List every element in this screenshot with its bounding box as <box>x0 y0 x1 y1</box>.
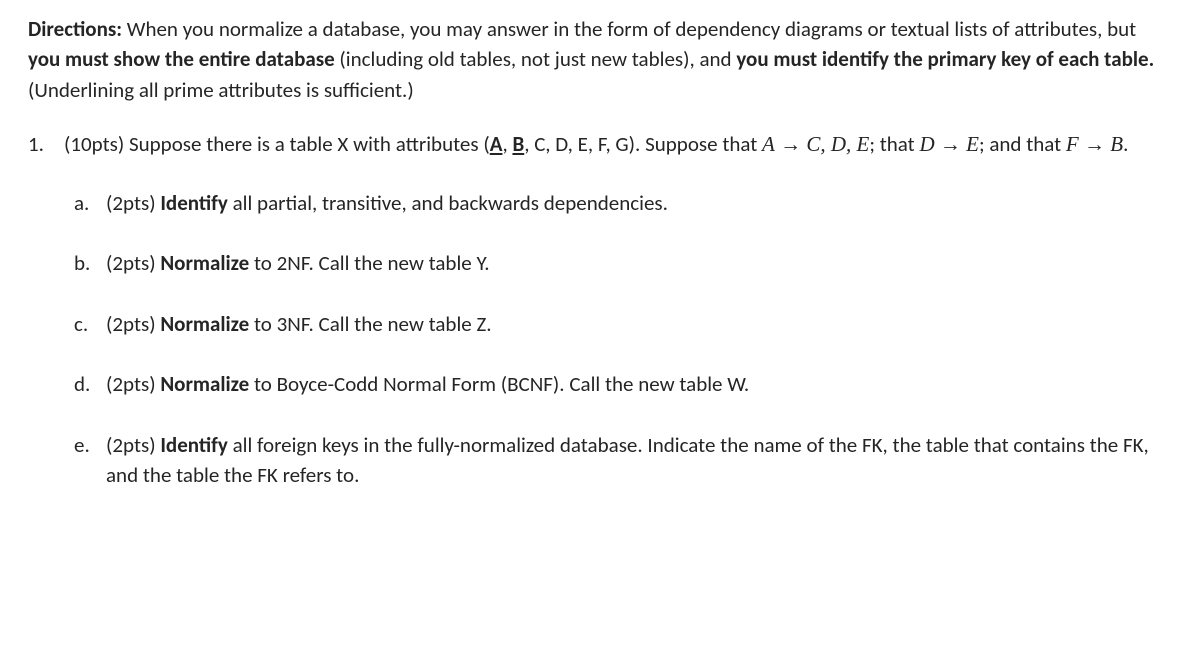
pk-sep: , <box>502 131 512 157</box>
action-word: Normalize <box>160 371 249 397</box>
pk-attribute-a: A <box>490 131 503 157</box>
sub-item-d: d. (2pts) Normalize to Boyce-Codd Normal… <box>74 369 1160 399</box>
action-word: Identify <box>160 190 228 216</box>
question-1: 1. (10pts) Suppose there is a table X wi… <box>28 129 1160 520</box>
points-label: (2pts) <box>106 190 160 216</box>
question-stem: (10pts) Suppose there is a table X with … <box>64 129 1160 159</box>
sub-body: (2pts) Normalize to Boyce-Codd Normal Fo… <box>106 369 1160 399</box>
sub-rest: to Boyce-Codd Normal Form (BCNF). Call t… <box>249 371 749 397</box>
points-label: (2pts) <box>106 311 160 337</box>
action-word: Normalize <box>160 250 249 276</box>
fd3-rhs: B <box>1110 132 1123 156</box>
action-word: Identify <box>160 432 228 458</box>
points-label: (2pts) <box>106 250 160 276</box>
sub-body: (2pts) Identify all foreign keys in the … <box>106 430 1160 491</box>
directions-paragraph: Directions: When you normalize a databas… <box>28 14 1160 105</box>
question-body: (10pts) Suppose there is a table X with … <box>64 129 1160 520</box>
directions-text-2: (including old tables, not just new tabl… <box>335 46 737 72</box>
sub-item-c: c. (2pts) Normalize to 3NF. Call the new… <box>74 309 1160 339</box>
question-period: . <box>1123 131 1128 157</box>
arrow-icon: → <box>935 132 967 156</box>
document-page: Directions: When you normalize a databas… <box>0 0 1188 564</box>
fd2-rhs: E <box>966 132 979 156</box>
sub-letter: e. <box>74 430 106 491</box>
after-fd1: ; that <box>869 131 919 157</box>
sub-letter: d. <box>74 369 106 399</box>
fd3-lhs: F <box>1066 132 1079 156</box>
sub-item-b: b. (2pts) Normalize to 2NF. Call the new… <box>74 248 1160 278</box>
sub-rest: to 2NF. Call the new table Y. <box>249 250 489 276</box>
fd2-lhs: D <box>919 132 934 156</box>
directions-label: Directions: <box>28 16 122 42</box>
sub-rest: to 3NF. Call the new table Z. <box>249 311 491 337</box>
sub-body: (2pts) Identify all partial, transitive,… <box>106 188 1160 218</box>
directions-text-1: When you normalize a database, you may a… <box>122 16 1136 42</box>
directions-bold-1: you must show the entire database <box>28 46 335 72</box>
sub-rest: all partial, transitive, and backwards d… <box>228 190 668 216</box>
sub-letter: b. <box>74 248 106 278</box>
sub-letter: a. <box>74 188 106 218</box>
arrow-icon: → <box>775 132 807 156</box>
after-fd2: ; and that <box>979 131 1066 157</box>
sub-question-list: a. (2pts) Identify all partial, transiti… <box>64 188 1160 491</box>
pk-attribute-b: B <box>512 131 524 157</box>
sub-item-a: a. (2pts) Identify all partial, transiti… <box>74 188 1160 218</box>
question-lead: (10pts) Suppose there is a table X with … <box>64 131 490 157</box>
sub-item-e: e. (2pts) Identify all foreign keys in t… <box>74 430 1160 491</box>
points-label: (2pts) <box>106 371 160 397</box>
action-word: Normalize <box>160 311 249 337</box>
question-number: 1. <box>28 129 64 520</box>
fd1-lhs: A <box>762 132 775 156</box>
sub-letter: c. <box>74 309 106 339</box>
after-pk: , C, D, E, F, G). Suppose that <box>524 131 762 157</box>
points-label: (2pts) <box>106 432 160 458</box>
directions-text-3: (Underlining all prime attributes is suf… <box>28 77 414 103</box>
sub-body: (2pts) Normalize to 2NF. Call the new ta… <box>106 248 1160 278</box>
sub-rest: all foreign keys in the fully-normalized… <box>106 432 1149 488</box>
directions-bold-2: you must identify the primary key of eac… <box>736 46 1154 72</box>
arrow-icon: → <box>1079 132 1111 156</box>
sub-body: (2pts) Normalize to 3NF. Call the new ta… <box>106 309 1160 339</box>
fd1-rhs: C, D, E <box>806 132 869 156</box>
